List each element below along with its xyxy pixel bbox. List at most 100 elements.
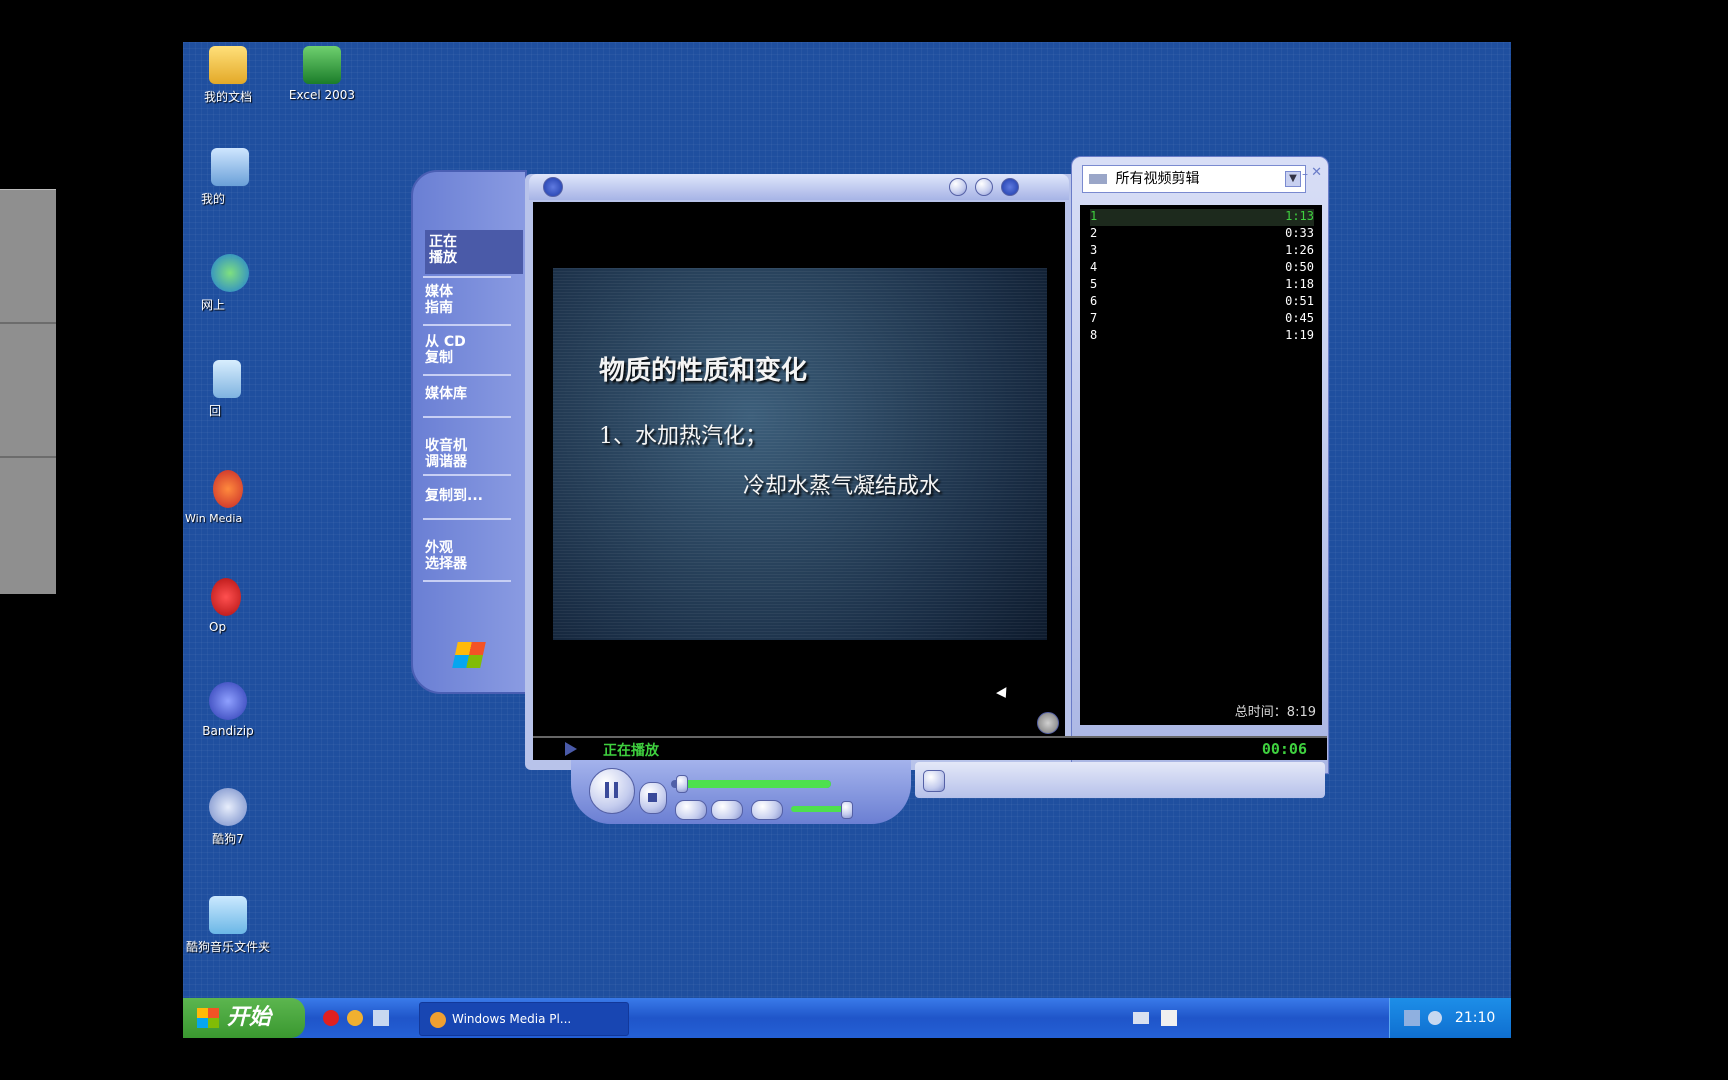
tray-app-icon[interactable] [1428, 1011, 1443, 1025]
video-display[interactable]: 物质的性质和变化 1、水加热汽化； 冷却水蒸气凝结成水 [533, 202, 1065, 736]
media-player-icon [213, 470, 243, 508]
seek-fill [680, 780, 831, 788]
panel-divider [0, 456, 56, 458]
maximize-button[interactable] [975, 178, 993, 196]
seek-bar[interactable] [671, 775, 831, 793]
clock: 21:10 [1454, 1010, 1496, 1026]
taskpane-copy-from-cd[interactable]: 从 CD 复制 [425, 334, 515, 366]
visualization-toggle-icon[interactable] [1037, 712, 1059, 734]
quicklaunch-media-icon[interactable] [347, 1010, 363, 1026]
mute-button[interactable] [751, 800, 783, 820]
desktop-icon-bandizip[interactable]: Bandizip [183, 682, 273, 738]
volume-slider[interactable] [791, 801, 853, 819]
video-title: 物质的性质和变化 [599, 356, 808, 386]
taskbar-task-media-player[interactable]: Windows Media Pl... [419, 1002, 629, 1036]
playlist-item[interactable]: 2 0:33 [1090, 226, 1314, 243]
windows-logo-icon [452, 642, 486, 668]
video-line-1: 1、水加热汽化； [599, 424, 767, 449]
taskbar: 开始 Windows Media Pl... 21:10 [183, 998, 1511, 1038]
taskpane-divider [423, 416, 511, 418]
excel-icon [303, 46, 341, 84]
kugou-icon [209, 788, 247, 826]
mini-mode-button[interactable] [1001, 178, 1019, 196]
desktop-icon-recycle-bin[interactable]: 回 [183, 360, 299, 419]
my-documents-icon [209, 46, 247, 84]
network-status-icon[interactable] [1189, 1006, 1197, 1028]
taskpane-divider [423, 518, 511, 520]
media-player-window: 正在 播放 媒体 指南 从 CD 复制 媒体库 收音机 调谐器 复制到... 外… [411, 112, 1329, 824]
playlist-pane: 所有视频剪辑 ▼ – ✕ 1 1:13 2 0:33 3 1:26 4 0:50 5 1:… [1071, 156, 1329, 774]
pause-button[interactable] [589, 768, 635, 814]
kugou-folder-icon [209, 896, 247, 934]
playlist-item[interactable]: 6 0:51 [1090, 294, 1314, 311]
playlist-select[interactable]: 所有视频剪辑 ▼ [1082, 165, 1306, 193]
volume-icon[interactable] [1404, 1010, 1420, 1026]
windows-logo-icon [197, 1008, 219, 1028]
recycle-bin-icon [213, 360, 241, 398]
pane-close-icon[interactable]: ✕ [1311, 165, 1322, 180]
my-computer-icon [211, 148, 249, 186]
next-button[interactable] [711, 800, 743, 820]
taskpane-media-guide[interactable]: 媒体 指南 [425, 284, 515, 316]
network-icon [211, 254, 249, 292]
play-status-icon [565, 742, 577, 756]
taskpane-copy-to[interactable]: 复制到... [425, 488, 515, 504]
desktop-icon-my-computer[interactable]: 我的 [183, 148, 291, 207]
system-tray: 21:10 [1389, 998, 1511, 1038]
playlist-item[interactable]: 5 1:18 [1090, 277, 1314, 294]
desktop-icon-kugou[interactable]: 酷狗7 [183, 788, 273, 847]
start-button[interactable]: 开始 [183, 998, 305, 1038]
taskpane-skin-chooser[interactable]: 外观 选择器 [425, 540, 515, 572]
taskpane: 正在 播放 媒体 指南 从 CD 复制 媒体库 收音机 调谐器 复制到... 外… [411, 170, 527, 694]
opera-icon [211, 578, 241, 616]
chevron-down-icon[interactable]: ▼ [1285, 171, 1301, 187]
video-line-2: 冷却水蒸气凝结成水 [743, 474, 942, 499]
quicklaunch-desktop-icon[interactable] [373, 1010, 389, 1026]
desktop-icon-my-documents[interactable]: 我的文档 [183, 46, 273, 105]
playlist-total-time: 总时间：8:19 [1234, 705, 1316, 720]
media-player-icon [430, 1011, 446, 1028]
panel-divider [0, 322, 56, 324]
taskpane-divider [423, 374, 511, 376]
playlist-item[interactable]: 7 0:45 [1090, 311, 1314, 328]
quicklaunch-opera-icon[interactable] [323, 1010, 339, 1026]
playlist-list: 1 1:13 2 0:33 3 1:26 4 0:50 5 1:18 6 0:51 7 0:4… [1080, 205, 1322, 725]
playlist-icon [1089, 174, 1107, 184]
keyboard-icon[interactable] [1133, 1012, 1149, 1024]
desktop-icon-excel[interactable]: Excel 2003 [277, 46, 367, 102]
info-bar [915, 762, 1325, 798]
pane-minimize-icon[interactable]: – [1302, 167, 1308, 181]
taskpane-divider [423, 474, 511, 476]
desktop-icon-network[interactable]: 网上 [183, 254, 291, 313]
help-icon[interactable] [1161, 1010, 1177, 1026]
playlist-item[interactable]: 1 1:13 [1090, 209, 1314, 226]
taskpane-divider [423, 580, 511, 582]
previous-button[interactable] [675, 800, 707, 820]
taskpane-media-library[interactable]: 媒体库 [425, 386, 515, 402]
mouse-cursor-icon [996, 687, 1011, 701]
volume-thumb[interactable] [841, 801, 853, 819]
stop-button[interactable] [639, 782, 667, 814]
taskpane-divider [423, 324, 511, 326]
playlist-item[interactable]: 3 1:26 [1090, 243, 1314, 260]
taskpane-now-playing[interactable]: 正在 播放 [425, 230, 523, 274]
elapsed-time: 00:06 [1261, 740, 1307, 758]
video-frame: 物质的性质和变化 1、水加热汽化； 冷却水蒸气凝结成水 [553, 268, 1047, 640]
seek-thumb[interactable] [675, 775, 688, 793]
status-bar: 正在播放 00:06 [533, 736, 1327, 760]
playlist-item[interactable]: 4 0:50 [1090, 260, 1314, 277]
desktop-icon-media-player[interactable]: Win Media [183, 470, 245, 525]
taskpane-radio-tuner[interactable]: 收音机 调谐器 [425, 438, 515, 470]
bandizip-icon [209, 682, 247, 720]
app-menu-icon[interactable] [543, 177, 563, 197]
title-bar [529, 174, 1069, 200]
shuffle-icon[interactable] [923, 770, 945, 792]
taskpane-divider [423, 276, 511, 278]
transport-controls [551, 760, 1327, 832]
desktop: 我的文档 Excel 2003 我的 网上 回 Win Media Op Ban… [183, 42, 1511, 1038]
desktop-icon-opera[interactable]: Op [183, 578, 249, 634]
desktop-icon-kugou-folder[interactable]: 酷狗音乐文件夹 [183, 896, 281, 955]
playlist-item[interactable]: 8 1:19 [1090, 328, 1314, 345]
minimize-button[interactable] [949, 178, 967, 196]
side-panel [0, 189, 56, 594]
